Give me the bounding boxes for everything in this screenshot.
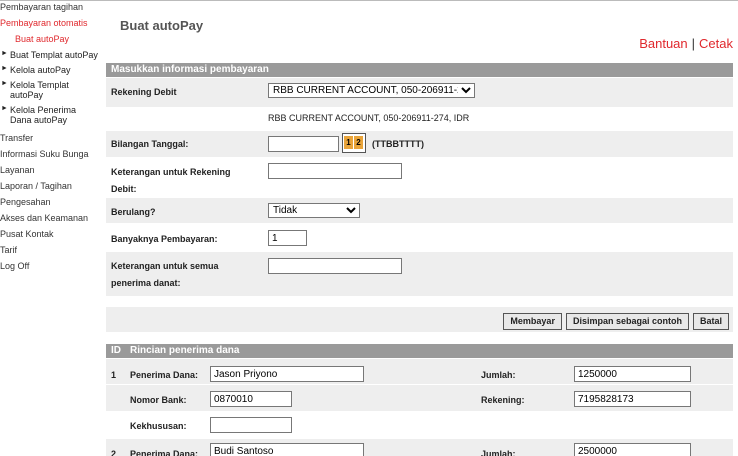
all-payee-note-label-line1: Keterangan untuk semua bbox=[111, 261, 219, 271]
debit-note-label-line2: Debit: bbox=[111, 184, 137, 194]
debit-account-detail-row: RBB CURRENT ACCOUNT, 050-206911-274, IDR bbox=[106, 108, 733, 130]
debit-account-label: Rekening Debit bbox=[111, 87, 177, 97]
debit-note-row: Keterangan untuk Rekening Debit: bbox=[106, 158, 733, 197]
sidebar-item-manage-payees[interactable]: ► Kelola Penerima Dana autoPay bbox=[0, 105, 85, 125]
all-payee-note-row: Keterangan untuk semua penerima danat: bbox=[106, 252, 733, 296]
link-separator: | bbox=[691, 36, 696, 51]
all-payee-note-label: Keterangan untuk semua penerima danat: bbox=[111, 258, 219, 292]
bank-number-input[interactable] bbox=[210, 391, 292, 407]
cancel-button[interactable]: Batal bbox=[692, 313, 729, 330]
sidebar-item-label: Kelola Penerima Dana autoPay bbox=[10, 105, 77, 125]
debit-note-input[interactable] bbox=[268, 163, 402, 179]
num-payments-input[interactable] bbox=[268, 230, 307, 246]
account-input[interactable] bbox=[574, 391, 691, 407]
sidebar-item-contact-center[interactable]: Pusat Kontak bbox=[0, 229, 102, 240]
sidebar-item-transfer[interactable]: Transfer bbox=[0, 133, 102, 144]
debit-note-label-line1: Keterangan untuk Rekening bbox=[111, 167, 231, 177]
sidebar-item-manage-autopay[interactable]: ► Kelola autoPay bbox=[0, 65, 102, 75]
special-input[interactable] bbox=[210, 417, 292, 433]
payee-input[interactable] bbox=[210, 443, 364, 456]
sidebar-item-services[interactable]: Layanan bbox=[0, 165, 102, 176]
calendar-day: 2 bbox=[354, 136, 363, 149]
sidebar-item-create-template[interactable]: ► Buat Templat autoPay bbox=[0, 50, 102, 60]
beneficiary-special-row: Kekhususan: bbox=[106, 412, 733, 438]
sidebar-item-auto-payment[interactable]: Pembayaran otomatis bbox=[0, 18, 102, 29]
sidebar-item-approval[interactable]: Pengesahan bbox=[0, 197, 102, 208]
print-link[interactable]: Cetak bbox=[699, 36, 733, 51]
debit-account-select[interactable]: RBB CURRENT ACCOUNT, 050-206911-2 bbox=[268, 83, 475, 98]
debit-note-label: Keterangan untuk Rekening Debit: bbox=[111, 164, 231, 198]
all-payee-note-label-line2: penerima danat: bbox=[111, 278, 181, 288]
beneficiary-details-header: Rincian penerima dana bbox=[130, 345, 240, 356]
beneficiary-id: 2 bbox=[111, 449, 117, 456]
calendar-icon[interactable]: 1 2 bbox=[342, 133, 366, 153]
arrow-right-icon: ► bbox=[1, 80, 8, 87]
bank-number-label: Nomor Bank: bbox=[130, 395, 187, 405]
num-payments-row: Banyaknya Pembayaran: bbox=[106, 224, 733, 251]
date-row: Bilangan Tanggal: 1 2 (TTBBTTTT) bbox=[106, 131, 733, 157]
sidebar-item-label: Kelola Templat autoPay bbox=[10, 80, 69, 100]
save-template-button[interactable]: Disimpan sebagai contoh bbox=[565, 313, 689, 330]
sidebar-item-create-autopay[interactable]: Buat autoPay bbox=[0, 34, 102, 45]
sidebar-item-label: Buat Templat autoPay bbox=[10, 50, 98, 60]
payee-label: Penerima Dana: bbox=[130, 449, 199, 456]
beneficiary-bank-row: Nomor Bank: Rekening: bbox=[106, 385, 733, 411]
amount-label: Jumlah: bbox=[481, 449, 516, 456]
date-label: Bilangan Tanggal: bbox=[111, 139, 189, 149]
payment-info-panel: Masukkan informasi pembayaran Rekening D… bbox=[106, 63, 733, 296]
page-title: Buat autoPay bbox=[120, 18, 204, 33]
sidebar-item-interest-rates[interactable]: Informasi Suku Bunga bbox=[0, 149, 102, 160]
action-buttons: Membayar Disimpan sebagai contoh Batal bbox=[499, 311, 729, 330]
beneficiary-id-header: ID bbox=[111, 345, 121, 356]
payment-info-header: Masukkan informasi pembayaran bbox=[106, 63, 733, 77]
beneficiary-header: ID Rincian penerima dana bbox=[106, 344, 733, 358]
special-label: Kekhususan: bbox=[130, 421, 187, 431]
calendar-day: 1 bbox=[344, 136, 353, 149]
sidebar-item-tariff[interactable]: Tarif bbox=[0, 245, 102, 256]
top-divider bbox=[0, 0, 738, 4]
action-bar: Membayar Disimpan sebagai contoh Batal bbox=[106, 307, 733, 332]
sidebar-item-manage-template[interactable]: ► Kelola Templat autoPay bbox=[0, 80, 80, 100]
arrow-right-icon: ► bbox=[1, 65, 8, 72]
payee-label: Penerima Dana: bbox=[130, 370, 199, 380]
date-input[interactable] bbox=[268, 136, 339, 152]
date-format-hint: (TTBBTTTT) bbox=[372, 139, 424, 149]
sidebar-nav: Pembayaran tagihan Pembayaran otomatis B… bbox=[0, 2, 102, 272]
arrow-right-icon: ► bbox=[1, 105, 8, 112]
amount-input[interactable] bbox=[574, 443, 691, 456]
amount-input[interactable] bbox=[574, 366, 691, 382]
beneficiary-id: 1 bbox=[111, 370, 117, 380]
payee-input[interactable] bbox=[210, 366, 364, 382]
account-label: Rekening: bbox=[481, 395, 525, 405]
all-payee-note-input[interactable] bbox=[268, 258, 402, 274]
arrow-right-icon: ► bbox=[1, 50, 8, 57]
sidebar-item-access-security[interactable]: Akses dan Keamanan bbox=[0, 213, 102, 224]
recurring-select[interactable]: Tidak bbox=[268, 203, 360, 218]
amount-label: Jumlah: bbox=[481, 370, 516, 380]
sidebar-item-bill-payment[interactable]: Pembayaran tagihan bbox=[0, 2, 102, 13]
pay-button[interactable]: Membayar bbox=[503, 313, 562, 330]
top-links: Bantuan | Cetak bbox=[639, 36, 733, 51]
recurring-label: Berulang? bbox=[111, 207, 156, 217]
beneficiary-row: 1 Penerima Dana: Jumlah: bbox=[106, 359, 733, 384]
sidebar-item-log-off[interactable]: Log Off bbox=[0, 261, 102, 272]
sidebar-item-label: Kelola autoPay bbox=[10, 65, 71, 75]
beneficiary-panel: ID Rincian penerima dana 1 Penerima Dana… bbox=[106, 344, 733, 456]
help-link[interactable]: Bantuan bbox=[639, 36, 687, 51]
beneficiary-row: 2 Penerima Dana: Jumlah: bbox=[106, 439, 733, 456]
num-payments-label: Banyaknya Pembayaran: bbox=[111, 234, 218, 244]
debit-account-detail: RBB CURRENT ACCOUNT, 050-206911-274, IDR bbox=[268, 113, 470, 123]
debit-account-row: Rekening Debit RBB CURRENT ACCOUNT, 050-… bbox=[106, 78, 733, 107]
sidebar-item-reports[interactable]: Laporan / Tagihan bbox=[0, 181, 102, 192]
recurring-row: Berulang? Tidak bbox=[106, 198, 733, 223]
